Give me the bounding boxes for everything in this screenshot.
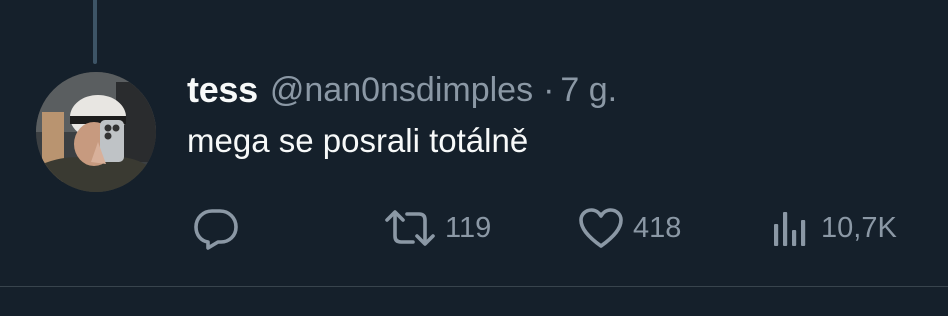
views-button[interactable]: 10,7K bbox=[769, 200, 897, 256]
tweet-container[interactable]: tess @nan0nsdimples · 7 g. mega se posra… bbox=[0, 0, 948, 316]
thread-connector-line bbox=[93, 0, 97, 64]
tweet-timestamp[interactable]: 7 g. bbox=[560, 71, 617, 110]
retweet-icon bbox=[383, 208, 437, 248]
tweet-header: tess @nan0nsdimples · 7 g. bbox=[187, 68, 617, 112]
reply-icon bbox=[191, 206, 241, 250]
profile-photo-icon bbox=[36, 72, 156, 192]
views-icon bbox=[769, 206, 813, 250]
retweet-count: 119 bbox=[445, 211, 492, 244]
author-display-name[interactable]: tess bbox=[187, 69, 258, 111]
avatar[interactable] bbox=[36, 72, 156, 192]
bottom-divider bbox=[0, 286, 948, 287]
tweet-actions-bar: 119 418 10,7K bbox=[187, 200, 927, 256]
like-button[interactable]: 418 bbox=[577, 200, 681, 256]
tweet-text: mega se posrali totálně bbox=[187, 122, 529, 159]
retweet-button[interactable]: 119 bbox=[383, 200, 491, 256]
header-separator: · bbox=[543, 70, 555, 109]
author-handle[interactable]: @nan0nsdimples bbox=[270, 71, 533, 110]
views-count: 10,7K bbox=[821, 211, 897, 244]
reply-button[interactable] bbox=[191, 200, 249, 256]
like-count: 418 bbox=[633, 211, 682, 244]
heart-icon bbox=[577, 206, 625, 250]
